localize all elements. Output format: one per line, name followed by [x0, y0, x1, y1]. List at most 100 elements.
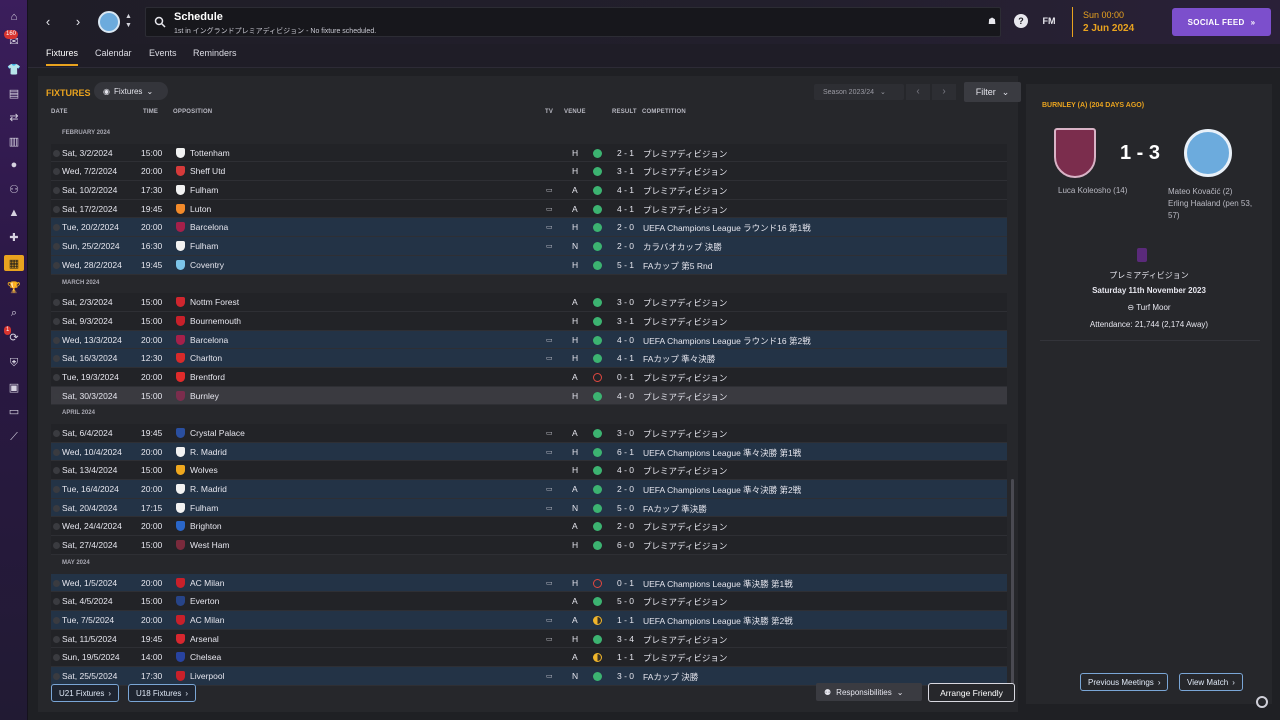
- opponent-name[interactable]: R. Madrid: [190, 447, 227, 457]
- man-city-crest[interactable]: [1184, 129, 1232, 177]
- fixture-row[interactable]: Sat, 11/5/2024 19:45 Arsenal ▭ H 3 - 4 プレミアディビ…: [51, 629, 1007, 649]
- arrange-friendly-button[interactable]: Arrange Friendly: [928, 683, 1015, 702]
- fixture-score[interactable]: 3 - 1: [617, 316, 634, 326]
- fixture-competition[interactable]: FAカップ 第5 Rnd: [643, 260, 712, 272]
- finances-icon[interactable]: ▭: [6, 403, 22, 419]
- u21-fixtures-button[interactable]: U21 Fixtures ›: [51, 684, 120, 702]
- view-match-button[interactable]: View Match ›: [1179, 673, 1243, 691]
- fixture-competition[interactable]: UEFA Champions League 準々決勝 第2戦: [643, 484, 801, 496]
- medical-icon[interactable]: ▲: [6, 205, 22, 221]
- dynamics-icon[interactable]: ▤: [6, 85, 22, 101]
- fixture-row[interactable]: Sat, 6/4/2024 19:45 Crystal Palace ▭ A 3 - 0 プ…: [51, 424, 1007, 443]
- fixture-score[interactable]: 5 - 0: [617, 503, 634, 513]
- fixture-row[interactable]: Sat, 30/3/2024 15:00 Burnley H 4 - 0 プレミアディビジ…: [51, 386, 1007, 406]
- fixture-competition[interactable]: プレミアディビジョン: [643, 372, 727, 384]
- fixture-row[interactable]: Wed, 7/2/2024 20:00 Sheff Utd H 3 - 1 プレミアディビ…: [51, 162, 1007, 182]
- opponent-name[interactable]: Crystal Palace: [190, 428, 245, 438]
- opponent-name[interactable]: Everton: [190, 596, 219, 606]
- opponent-name[interactable]: Arsenal: [190, 634, 219, 644]
- burnley-crest[interactable]: [1054, 128, 1096, 178]
- select-checkbox[interactable]: [53, 542, 60, 550]
- opponent-name[interactable]: Barcelona: [190, 222, 228, 232]
- col-opposition[interactable]: OPPOSITION: [173, 109, 212, 115]
- select-checkbox[interactable]: [53, 355, 60, 363]
- fixture-competition[interactable]: プレミアディビジョン: [643, 185, 727, 197]
- opponent-name[interactable]: AC Milan: [190, 578, 224, 588]
- select-checkbox[interactable]: [53, 579, 60, 587]
- fixture-competition[interactable]: プレミアディビジョン: [643, 316, 727, 328]
- fixture-competition[interactable]: プレミアディビジョン: [643, 428, 727, 440]
- opponent-name[interactable]: Tottenham: [190, 148, 230, 158]
- fixture-competition[interactable]: UEFA Champions League ラウンド16 第1戦: [643, 222, 811, 234]
- fixture-score[interactable]: 2 - 1: [617, 148, 634, 158]
- fixture-row[interactable]: Tue, 20/2/2024 20:00 Barcelona ▭ H 2 - 0 UEFA …: [51, 218, 1007, 238]
- fixture-competition[interactable]: FAカップ 準々決勝: [643, 353, 715, 365]
- staff-icon[interactable]: ●: [6, 157, 22, 173]
- fixture-row[interactable]: Tue, 19/3/2024 20:00 Brentford A 0 - 1 プレミアディ…: [51, 367, 1007, 387]
- fixture-score[interactable]: 4 - 0: [617, 465, 634, 475]
- fixture-score[interactable]: 3 - 4: [617, 634, 634, 644]
- select-checkbox[interactable]: [53, 448, 60, 456]
- fixture-competition[interactable]: プレミアディビジョン: [643, 297, 727, 309]
- select-checkbox[interactable]: [53, 616, 60, 624]
- forward-button[interactable]: ›: [70, 14, 86, 30]
- fixture-row[interactable]: Sat, 17/2/2024 19:45 Luton ▭ A 4 - 1 プレミアディビジョ…: [51, 199, 1007, 219]
- select-checkbox[interactable]: [53, 635, 60, 643]
- opponent-name[interactable]: Fulham: [190, 241, 218, 251]
- select-checkbox[interactable]: [53, 336, 60, 344]
- tab-reminders[interactable]: Reminders: [193, 48, 237, 64]
- training-icon[interactable]: ⚇: [6, 181, 22, 197]
- search-icon[interactable]: [154, 16, 166, 28]
- tab-calendar[interactable]: Calendar: [95, 48, 132, 64]
- opponent-name[interactable]: Nottm Forest: [190, 297, 239, 307]
- club-info-icon[interactable]: ⛨: [6, 355, 22, 371]
- fixture-row[interactable]: Sat, 16/3/2024 12:30 Charlton ▭ H 4 - 1 FAカップ …: [51, 349, 1007, 368]
- responsibilities-button[interactable]: ⚉ Responsibilities ⌄: [816, 683, 922, 701]
- fixture-row[interactable]: Sun, 25/2/2024 16:30 Fulham ▭ N 2 - 0 カラバオカップ …: [51, 237, 1007, 256]
- scrollbar[interactable]: [1011, 479, 1014, 689]
- opponent-name[interactable]: Liverpool: [190, 671, 225, 681]
- previous-meetings-button[interactable]: Previous Meetings ›: [1080, 673, 1169, 691]
- fixture-row[interactable]: Wed, 10/4/2024 20:00 R. Madrid ▭ H 6 - 1 UEFA …: [51, 442, 1007, 462]
- fixture-competition[interactable]: プレミアディビジョン: [643, 391, 727, 403]
- filter-button[interactable]: Filter ⌄: [964, 82, 1021, 102]
- fixture-competition[interactable]: FAカップ 準決勝: [643, 503, 707, 515]
- fixture-competition[interactable]: プレミアディビジョン: [643, 148, 727, 160]
- club-vision-icon[interactable]: ▣: [6, 379, 22, 395]
- view-dropdown[interactable]: ◉ Fixtures ⌄: [94, 82, 168, 100]
- trophy-icon[interactable]: ☗: [985, 14, 999, 28]
- development-icon[interactable]: ✚: [6, 229, 22, 245]
- fixture-score[interactable]: 5 - 1: [617, 260, 634, 270]
- fixture-score[interactable]: 0 - 1: [617, 372, 634, 382]
- opponent-name[interactable]: Coventry: [190, 260, 224, 270]
- fixture-row[interactable]: Tue, 16/4/2024 20:00 R. Madrid ▭ A 2 - 0 UEFA …: [51, 480, 1007, 499]
- fixture-competition[interactable]: プレミアディビジョン: [643, 540, 727, 552]
- select-checkbox[interactable]: [53, 373, 60, 381]
- select-checkbox[interactable]: [53, 392, 60, 400]
- opponent-name[interactable]: Burnley: [190, 391, 219, 401]
- col-result[interactable]: RESULT: [612, 109, 637, 115]
- help-icon[interactable]: ?: [1014, 14, 1028, 28]
- next-season-button[interactable]: ›: [932, 84, 956, 100]
- fixture-competition[interactable]: プレミアディビジョン: [643, 204, 727, 216]
- fixture-row[interactable]: Sat, 3/2/2024 15:00 Tottenham H 2 - 1 プレミアディビ…: [51, 143, 1007, 163]
- fixture-row[interactable]: Sat, 4/5/2024 15:00 Everton A 5 - 0 プレミアディビジョ…: [51, 592, 1007, 611]
- fixture-competition[interactable]: プレミアディビジョン: [643, 652, 727, 664]
- u18-fixtures-button[interactable]: U18 Fixtures ›: [128, 684, 197, 702]
- opponent-name[interactable]: Luton: [190, 204, 211, 214]
- select-checkbox[interactable]: [53, 486, 60, 494]
- opponent-name[interactable]: Barcelona: [190, 335, 228, 345]
- fixture-score[interactable]: 6 - 0: [617, 540, 634, 550]
- fixture-score[interactable]: 2 - 0: [617, 521, 634, 531]
- col-competition[interactable]: COMPETITION: [642, 109, 686, 115]
- opponent-name[interactable]: Sheff Utd: [190, 166, 225, 176]
- fixture-row[interactable]: Wed, 1/5/2024 20:00 AC Milan ▭ H 0 - 1 UEFA Ch…: [51, 573, 1007, 593]
- fixture-row[interactable]: Sat, 20/4/2024 17:15 Fulham ▭ N 5 - 0 FAカップ 準決…: [51, 498, 1007, 518]
- fixture-competition[interactable]: プレミアディビジョン: [643, 166, 727, 178]
- competitions-icon[interactable]: 🏆: [6, 279, 22, 295]
- club-switch-icon[interactable]: ▲ ▼: [125, 12, 132, 30]
- dev-centre-icon[interactable]: ⟋: [6, 429, 22, 445]
- fixture-competition[interactable]: プレミアディビジョン: [643, 634, 727, 646]
- data-hub-icon[interactable]: ▥: [6, 133, 22, 149]
- fixture-row[interactable]: Sat, 9/3/2024 15:00 Bournemouth H 3 - 1 プレミアデ…: [51, 311, 1007, 331]
